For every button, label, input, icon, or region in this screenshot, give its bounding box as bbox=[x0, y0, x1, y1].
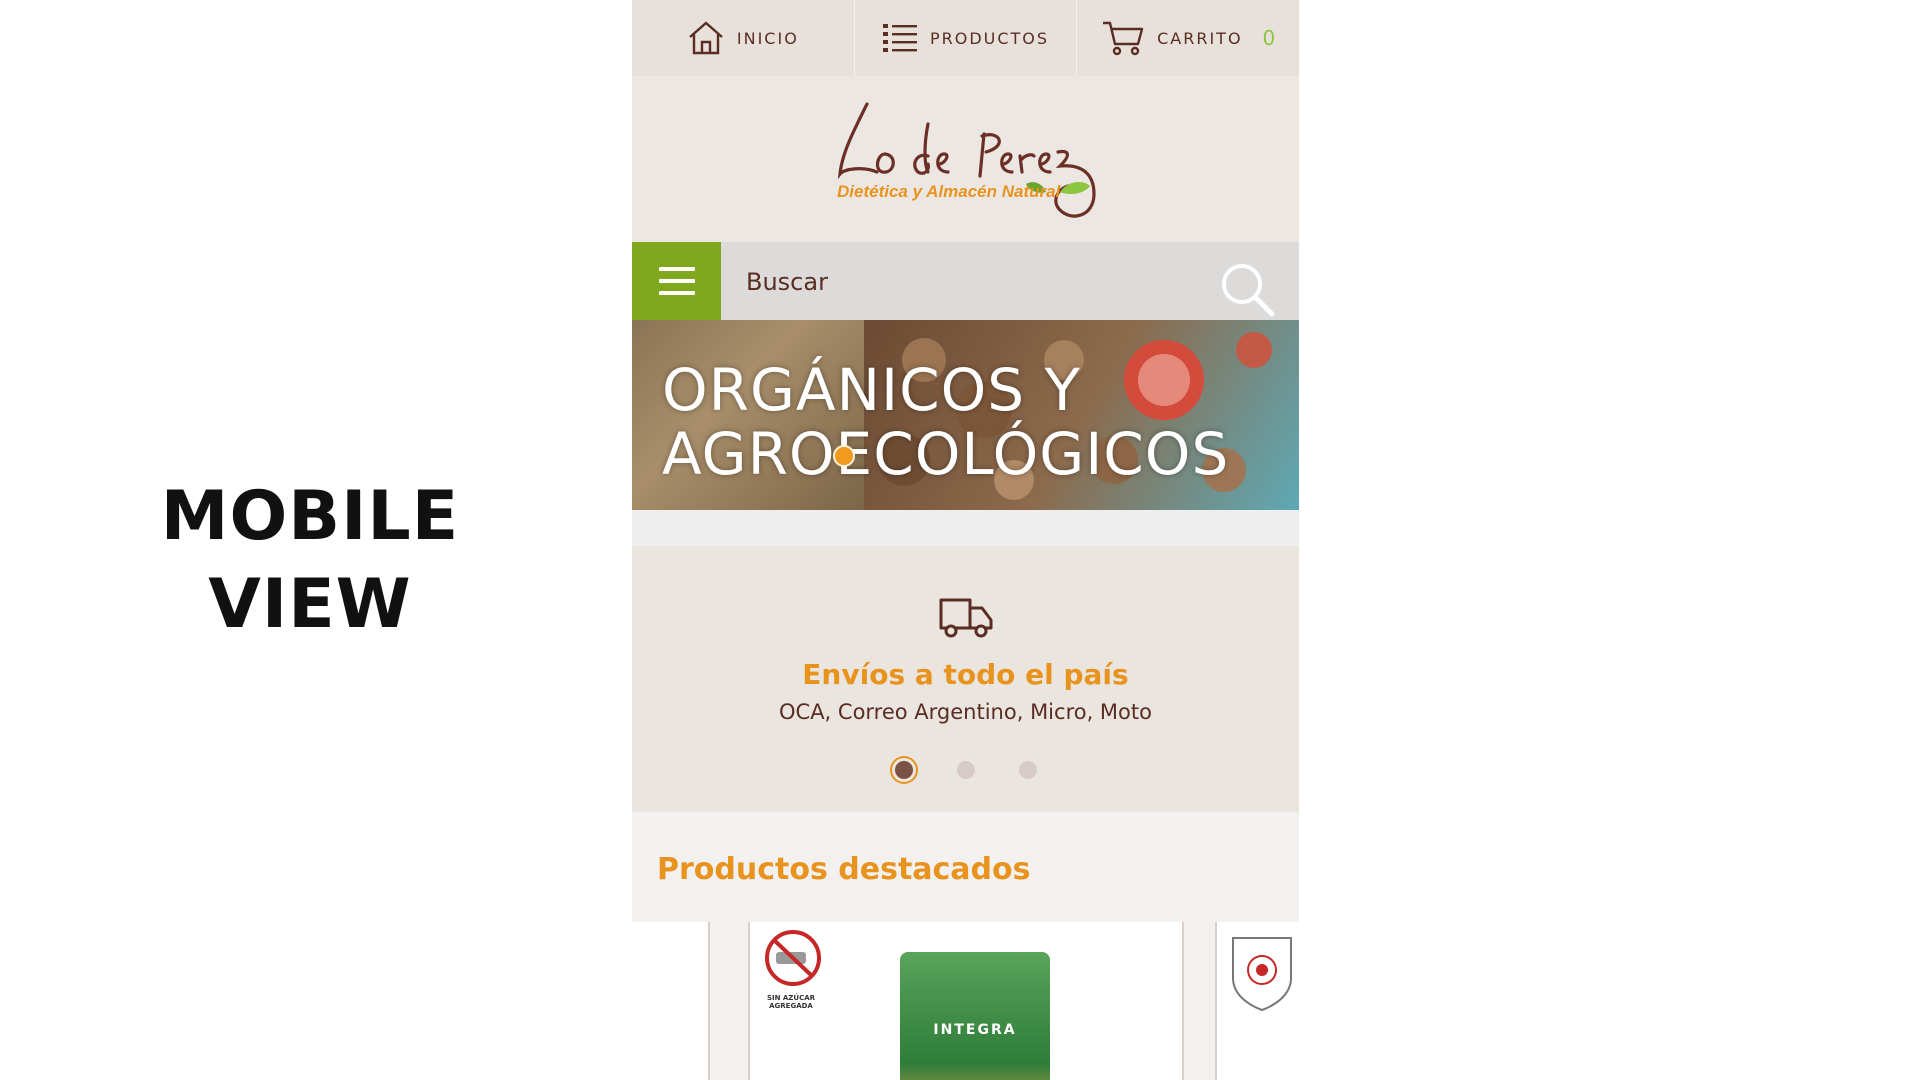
logo-header[interactable]: Dietética y Almacén Natural bbox=[632, 76, 1299, 242]
shipping-subtitle: OCA, Correo Argentino, Micro, Moto bbox=[779, 700, 1152, 724]
product-card-next[interactable] bbox=[1215, 922, 1299, 1080]
product-card[interactable]: SIN AZÚCAR AGREGADA INTEGRA bbox=[748, 922, 1184, 1080]
no-sugar-badge-label: SIN AZÚCAR AGREGADA bbox=[766, 994, 816, 1010]
home-icon bbox=[689, 21, 723, 55]
brand-logo bbox=[837, 102, 1096, 218]
mobile-view-label-line2: VIEW bbox=[208, 565, 412, 644]
carousel-dot-1[interactable] bbox=[895, 761, 913, 779]
hamburger-menu-button[interactable] bbox=[632, 242, 721, 320]
nav-products[interactable]: PRODUCTOS bbox=[855, 0, 1078, 76]
promo-banner[interactable]: ORGÁNICOS Y AGROECOLÓGICOS bbox=[632, 320, 1299, 510]
package-label: INTEGRA bbox=[933, 1022, 1017, 1038]
cart-count-badge: 0 bbox=[1262, 26, 1276, 50]
shipping-title: Envíos a todo el país bbox=[802, 658, 1129, 691]
list-icon bbox=[882, 24, 917, 52]
menu-line bbox=[659, 291, 695, 295]
carousel-dot-3[interactable] bbox=[1019, 761, 1037, 779]
section-divider bbox=[632, 510, 1299, 546]
featured-title: Productos destacados bbox=[657, 852, 1031, 887]
cart-icon bbox=[1103, 21, 1144, 56]
banner-headline: ORGÁNICOS Y AGROECOLÓGICOS bbox=[662, 358, 1229, 486]
banner-line1: ORGÁNICOS Y bbox=[662, 356, 1081, 424]
search-icon[interactable] bbox=[1220, 262, 1276, 318]
product-card-prev[interactable] bbox=[632, 922, 710, 1080]
product-package-image: INTEGRA bbox=[900, 952, 1050, 1080]
shipping-carousel-dots bbox=[632, 761, 1299, 791]
mobile-view-label-line1: MOBILE bbox=[160, 477, 460, 556]
carousel-dot-2[interactable] bbox=[957, 761, 975, 779]
shipping-info: Envíos a todo el país OCA, Correo Argent… bbox=[632, 546, 1299, 812]
menu-line bbox=[659, 279, 695, 283]
search-input[interactable] bbox=[744, 256, 1198, 308]
menu-line bbox=[659, 267, 695, 271]
banner-line2: AGROECOLÓGICOS bbox=[662, 420, 1230, 488]
banner-slide-indicator[interactable] bbox=[833, 445, 855, 467]
nav-cart[interactable]: CARRITO 0 bbox=[1077, 0, 1299, 76]
mobile-screen: INICIO PRODUCTOS CARRITO 0 Dietética y A… bbox=[632, 0, 1299, 1080]
nav-home-label: INICIO bbox=[736, 28, 799, 48]
mobile-view-label: MOBILE VIEW bbox=[160, 473, 460, 649]
featured-products: Productos destacados SIN AZÚCAR AGREGADA… bbox=[632, 812, 1299, 1080]
logo-tagline: Dietética y Almacén Natural bbox=[837, 182, 1061, 201]
nav-cart-label: CARRITO bbox=[1157, 28, 1243, 48]
truck-icon bbox=[939, 598, 993, 638]
nav-home[interactable]: INICIO bbox=[632, 0, 855, 76]
nav-products-label: PRODUCTOS bbox=[929, 28, 1050, 48]
top-nav: INICIO PRODUCTOS CARRITO 0 bbox=[632, 0, 1299, 76]
search-bar bbox=[632, 242, 1299, 320]
no-sugar-badge-icon bbox=[765, 930, 821, 986]
organic-seal-icon bbox=[1232, 937, 1292, 1012]
